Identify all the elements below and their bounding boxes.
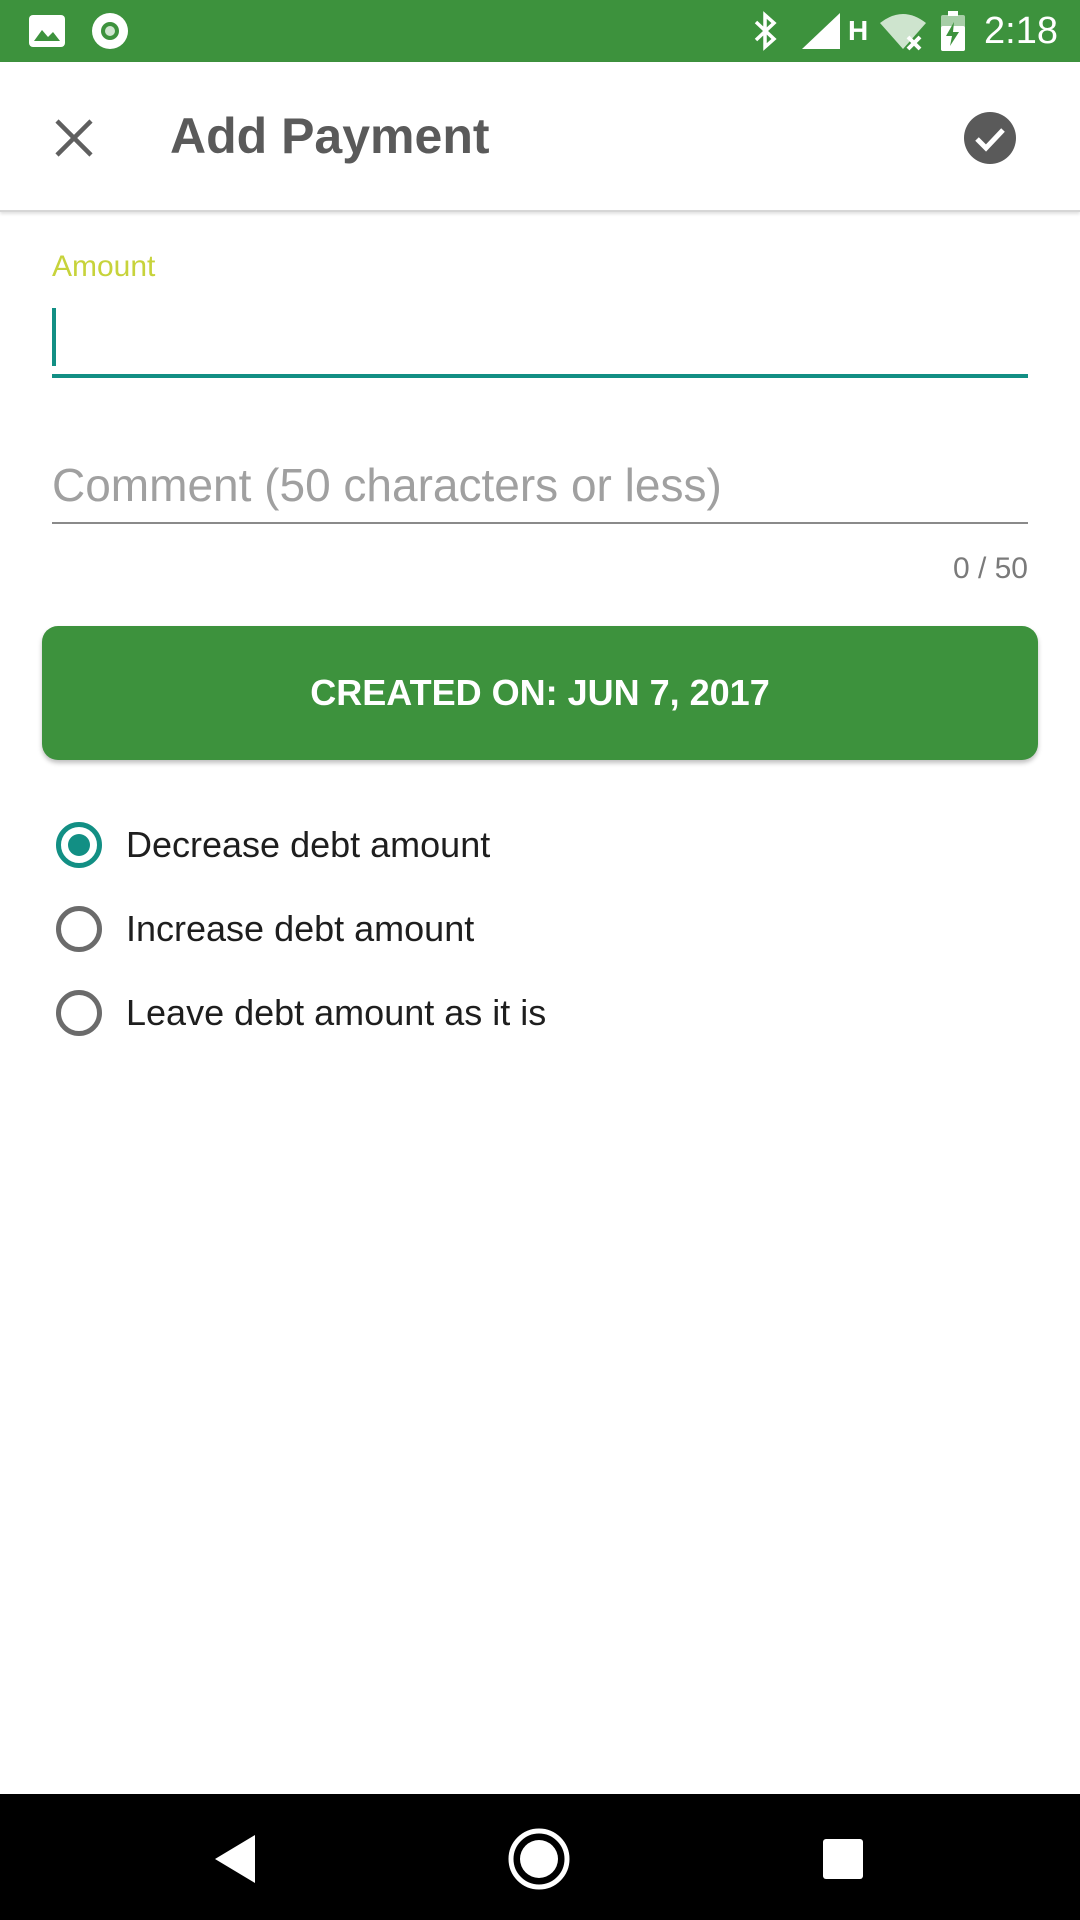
radio-option-leave-debt[interactable]: Leave debt amount as it is	[56, 983, 546, 1043]
h-network-icon: H	[848, 0, 868, 62]
circle-app-icon	[90, 0, 130, 62]
cell-signal-icon	[800, 0, 842, 62]
system-nav-bar	[0, 1794, 1080, 1920]
app-bar: Add Payment	[0, 62, 1080, 212]
comment-input[interactable]: Comment (50 characters or less)	[52, 448, 1028, 524]
home-icon	[508, 1828, 570, 1890]
battery-charging-icon	[940, 0, 966, 62]
check-circle-icon	[964, 112, 1016, 164]
radio-label-leave-debt: Leave debt amount as it is	[126, 992, 547, 1033]
close-icon	[55, 119, 93, 157]
created-on-date-button[interactable]: CREATED ON: JUN 7, 2017	[42, 626, 1038, 760]
comment-character-counter: 0 / 50	[952, 552, 1028, 585]
home-button[interactable]	[504, 1824, 574, 1894]
bluetooth-icon	[752, 0, 780, 62]
amount-label: Amount	[52, 250, 156, 283]
wifi-off-icon	[878, 0, 928, 62]
radio-option-increase-debt[interactable]: Increase debt amount	[56, 899, 474, 959]
recents-button[interactable]	[808, 1824, 878, 1894]
back-icon	[215, 1835, 255, 1883]
recents-icon	[823, 1839, 863, 1879]
image-icon	[28, 0, 66, 62]
back-button[interactable]	[200, 1824, 270, 1894]
radio-label-decrease-debt: Decrease debt amount	[126, 824, 491, 865]
radio-label-increase-debt: Increase debt amount	[126, 908, 475, 949]
text-caret	[52, 308, 56, 366]
amount-input[interactable]	[52, 296, 1028, 378]
confirm-button[interactable]	[952, 100, 1028, 176]
close-button[interactable]	[40, 104, 108, 172]
status-time: 2:18	[984, 10, 1058, 52]
network-type-label: H	[848, 15, 869, 46]
radio-button-unchecked[interactable]	[56, 906, 102, 952]
created-on-label: CREATED ON: JUN 7, 2017	[310, 672, 770, 713]
comment-placeholder: Comment (50 characters or less)	[52, 459, 722, 511]
radio-button-unchecked[interactable]	[56, 990, 102, 1036]
status-bar: H 2:18	[0, 0, 1080, 62]
radio-option-decrease-debt[interactable]: Decrease debt amount	[56, 815, 490, 875]
radio-button-checked[interactable]	[56, 822, 102, 868]
page-title: Add Payment	[170, 108, 490, 164]
